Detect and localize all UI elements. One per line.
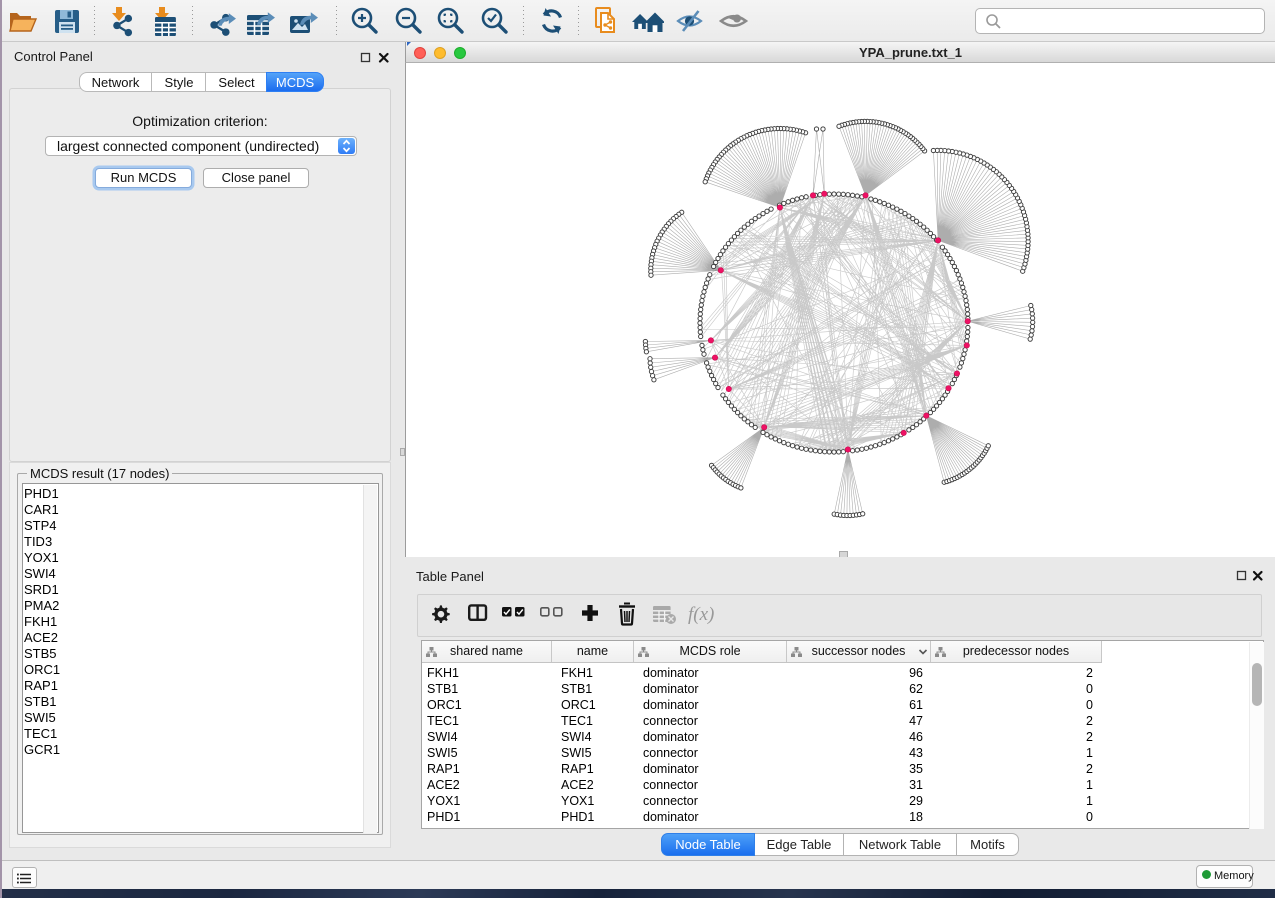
svg-text:f(x): f(x)	[688, 604, 714, 625]
